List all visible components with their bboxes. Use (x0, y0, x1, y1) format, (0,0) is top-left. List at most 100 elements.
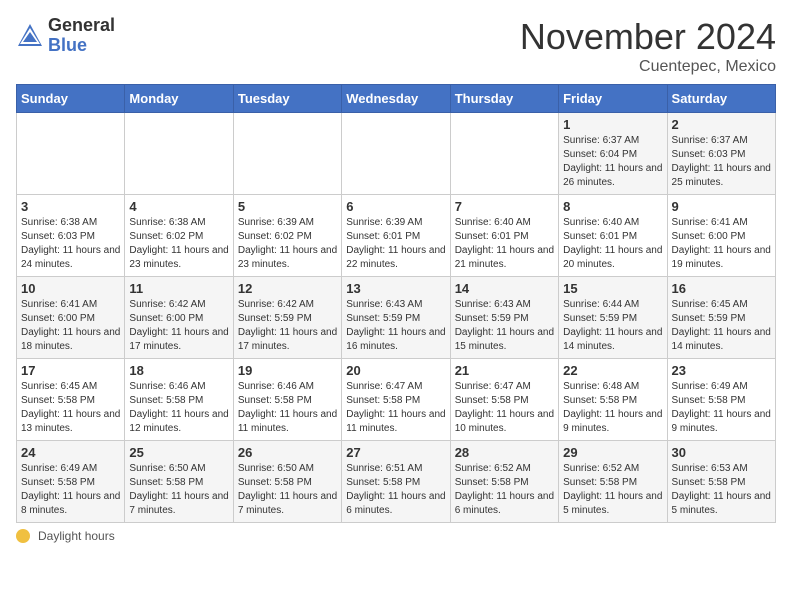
calendar-cell: 18 Sunrise: 6:46 AM Sunset: 5:58 PM Dayli… (125, 359, 233, 441)
day-info: Sunrise: 6:40 AM Sunset: 6:01 PM Dayligh… (563, 216, 662, 272)
calendar-cell: 2Sunrise: 6:37 AM Sunset: 6:03 PM Daylig… (667, 113, 775, 195)
day-number: 11 (129, 281, 228, 296)
calendar-cell (17, 113, 125, 195)
legend: Daylight hours (16, 529, 776, 543)
calendar-cell (233, 113, 341, 195)
day-info: Sunrise: 6:40 AM Sunset: 6:01 PM Dayligh… (455, 216, 554, 272)
day-info: Sunrise: 6:38 AM Sunset: 6:02 PM Dayligh… (129, 216, 228, 272)
legend-label: Daylight hours (38, 529, 115, 543)
day-info: Sunrise: 6:44 AM Sunset: 5:59 PM Dayligh… (563, 298, 662, 354)
day-number: 8 (563, 199, 662, 214)
calendar-cell: 28Sunrise: 6:52 AM Sunset: 5:58 PM Dayli… (450, 441, 558, 523)
calendar-cell: 23 Sunrise: 6:49 AM Sunset: 5:58 PM Dayli… (667, 359, 775, 441)
calendar-week-1: 1 Sunrise: 6:37 AM Sunset: 6:04 PM Daylig… (17, 113, 776, 195)
day-number: 12 (238, 281, 337, 296)
calendar-cell: 24 Sunrise: 6:49 AM Sunset: 5:58 PM Dayli… (17, 441, 125, 523)
day-info: Sunrise: 6:41 AM Sunset: 6:00 PM Dayligh… (672, 216, 771, 272)
calendar-cell (450, 113, 558, 195)
calendar-cell: 7 Sunrise: 6:40 AM Sunset: 6:01 PM Daylig… (450, 195, 558, 277)
day-info: Sunrise: 6:42 AM Sunset: 5:59 PM Dayligh… (238, 298, 337, 354)
header-sunday: Sunday (17, 85, 125, 113)
day-number: 17 (21, 363, 120, 378)
legend-icon (16, 529, 30, 543)
calendar-week-3: 10 Sunrise: 6:41 AM Sunset: 6:00 PM Dayli… (17, 277, 776, 359)
day-number: 2 (672, 117, 771, 132)
calendar-week-4: 17Sunrise: 6:45 AM Sunset: 5:58 PM Dayli… (17, 359, 776, 441)
day-number: 14 (455, 281, 554, 296)
day-info: Sunrise: 6:48 AM Sunset: 5:58 PM Dayligh… (563, 380, 662, 436)
logo-icon (16, 22, 44, 50)
day-info: Sunrise: 6:46 AM Sunset: 5:58 PM Dayligh… (129, 380, 228, 436)
header-wednesday: Wednesday (342, 85, 450, 113)
month-title: November 2024 (520, 16, 776, 58)
calendar-cell (342, 113, 450, 195)
day-info: Sunrise: 6:49 AM Sunset: 5:58 PM Dayligh… (21, 462, 120, 518)
day-info: Sunrise: 6:47 AM Sunset: 5:58 PM Dayligh… (455, 380, 554, 436)
calendar-cell: 30 Sunrise: 6:53 AM Sunset: 5:58 PM Dayli… (667, 441, 775, 523)
day-number: 19 (238, 363, 337, 378)
calendar-cell: 11 Sunrise: 6:42 AM Sunset: 6:00 PM Dayli… (125, 277, 233, 359)
calendar-week-5: 24 Sunrise: 6:49 AM Sunset: 5:58 PM Dayli… (17, 441, 776, 523)
calendar-cell: 1 Sunrise: 6:37 AM Sunset: 6:04 PM Daylig… (559, 113, 667, 195)
day-number: 13 (346, 281, 445, 296)
calendar-cell: 21 Sunrise: 6:47 AM Sunset: 5:58 PM Dayli… (450, 359, 558, 441)
calendar-cell: 29 Sunrise: 6:52 AM Sunset: 5:58 PM Dayli… (559, 441, 667, 523)
title-area: November 2024 Cuentepec, Mexico (520, 16, 776, 76)
day-number: 29 (563, 445, 662, 460)
calendar-cell: 20 Sunrise: 6:47 AM Sunset: 5:58 PM Dayli… (342, 359, 450, 441)
calendar-cell: 4 Sunrise: 6:38 AM Sunset: 6:02 PM Daylig… (125, 195, 233, 277)
calendar-cell: 3 Sunrise: 6:38 AM Sunset: 6:03 PM Daylig… (17, 195, 125, 277)
day-number: 4 (129, 199, 228, 214)
header-thursday: Thursday (450, 85, 558, 113)
day-info: Sunrise: 6:49 AM Sunset: 5:58 PM Dayligh… (672, 380, 771, 436)
day-info: Sunrise: 6:39 AM Sunset: 6:02 PM Dayligh… (238, 216, 337, 272)
day-info: Sunrise: 6:50 AM Sunset: 5:58 PM Dayligh… (238, 462, 337, 518)
day-number: 27 (346, 445, 445, 460)
calendar-cell: 25Sunrise: 6:50 AM Sunset: 5:58 PM Dayli… (125, 441, 233, 523)
logo: General Blue (16, 16, 115, 56)
day-number: 18 (129, 363, 228, 378)
header-tuesday: Tuesday (233, 85, 341, 113)
day-info: Sunrise: 6:37 AM Sunset: 6:04 PM Dayligh… (563, 134, 662, 190)
calendar-cell: 12 Sunrise: 6:42 AM Sunset: 5:59 PM Dayli… (233, 277, 341, 359)
day-number: 23 (672, 363, 771, 378)
day-info: Sunrise: 6:41 AM Sunset: 6:00 PM Dayligh… (21, 298, 120, 354)
header-friday: Friday (559, 85, 667, 113)
calendar-cell: 17Sunrise: 6:45 AM Sunset: 5:58 PM Dayli… (17, 359, 125, 441)
day-info: Sunrise: 6:53 AM Sunset: 5:58 PM Dayligh… (672, 462, 771, 518)
day-info: Sunrise: 6:52 AM Sunset: 5:58 PM Dayligh… (563, 462, 662, 518)
day-info: Sunrise: 6:46 AM Sunset: 5:58 PM Dayligh… (238, 380, 337, 436)
day-number: 3 (21, 199, 120, 214)
day-number: 6 (346, 199, 445, 214)
day-info: Sunrise: 6:42 AM Sunset: 6:00 PM Dayligh… (129, 298, 228, 354)
calendar-cell: 27Sunrise: 6:51 AM Sunset: 5:58 PM Dayli… (342, 441, 450, 523)
calendar-cell: 9Sunrise: 6:41 AM Sunset: 6:00 PM Daylig… (667, 195, 775, 277)
calendar-header-row: Sunday Monday Tuesday Wednesday Thursday… (17, 85, 776, 113)
day-number: 21 (455, 363, 554, 378)
day-info: Sunrise: 6:45 AM Sunset: 5:59 PM Dayligh… (672, 298, 771, 354)
calendar-cell (125, 113, 233, 195)
calendar-cell: 16Sunrise: 6:45 AM Sunset: 5:59 PM Dayli… (667, 277, 775, 359)
day-number: 10 (21, 281, 120, 296)
calendar-cell: 5Sunrise: 6:39 AM Sunset: 6:02 PM Daylig… (233, 195, 341, 277)
calendar-week-2: 3 Sunrise: 6:38 AM Sunset: 6:03 PM Daylig… (17, 195, 776, 277)
day-number: 15 (563, 281, 662, 296)
calendar-cell: 13Sunrise: 6:43 AM Sunset: 5:59 PM Dayli… (342, 277, 450, 359)
subtitle: Cuentepec, Mexico (520, 58, 776, 76)
day-number: 7 (455, 199, 554, 214)
day-number: 24 (21, 445, 120, 460)
logo-general: General (48, 16, 115, 36)
calendar-cell: 26Sunrise: 6:50 AM Sunset: 5:58 PM Dayli… (233, 441, 341, 523)
day-info: Sunrise: 6:38 AM Sunset: 6:03 PM Dayligh… (21, 216, 120, 272)
day-number: 30 (672, 445, 771, 460)
day-info: Sunrise: 6:39 AM Sunset: 6:01 PM Dayligh… (346, 216, 445, 272)
logo-blue: Blue (48, 36, 115, 56)
header-monday: Monday (125, 85, 233, 113)
calendar-cell: 6 Sunrise: 6:39 AM Sunset: 6:01 PM Daylig… (342, 195, 450, 277)
calendar-cell: 15 Sunrise: 6:44 AM Sunset: 5:59 PM Dayli… (559, 277, 667, 359)
day-number: 1 (563, 117, 662, 132)
calendar-cell: 19 Sunrise: 6:46 AM Sunset: 5:58 PM Dayli… (233, 359, 341, 441)
day-info: Sunrise: 6:47 AM Sunset: 5:58 PM Dayligh… (346, 380, 445, 436)
day-number: 20 (346, 363, 445, 378)
day-info: Sunrise: 6:50 AM Sunset: 5:58 PM Dayligh… (129, 462, 228, 518)
